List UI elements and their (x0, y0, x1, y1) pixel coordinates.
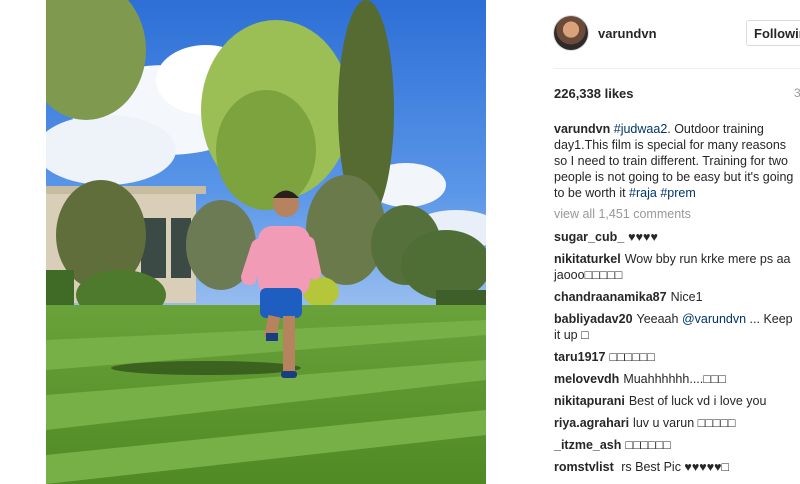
post-username[interactable]: varundvn (598, 26, 657, 41)
comment-text: □□□□□□ (625, 438, 671, 452)
post-details-panel: varundvn Following 226,338 likes 3 varun… (540, 0, 800, 484)
post-header: varundvn Following (554, 16, 800, 52)
comment-item: _itzme_ash □□□□□□ (554, 437, 800, 453)
post-time[interactable]: 3 (794, 86, 800, 100)
comment-text: luv u varun □□□□□ (633, 416, 736, 430)
comment-username[interactable]: nikitaturkel (554, 252, 621, 266)
hashtag-raja[interactable]: #raja (629, 186, 657, 200)
comment-username[interactable]: melovevdh (554, 372, 619, 386)
comment-item: romstvlist rs Best Pic ♥♥♥♥♥□ (554, 459, 800, 475)
comment-username[interactable]: _itzme_ash (554, 438, 621, 452)
comment-item: melovevdh Muahhhhhh....□□□ (554, 371, 800, 387)
comments-list: sugar_cub_ ♥♥♥♥ nikitaturkel Wow bby run k… (554, 229, 800, 481)
comment-username[interactable]: nikitapurani (554, 394, 625, 408)
comment-item: babliyadav20 Yeeaah @varundvn ... Keep it… (554, 311, 800, 343)
header-divider (554, 68, 800, 69)
comment-text: □□□□□□ (609, 350, 655, 364)
profile-avatar[interactable] (554, 16, 588, 50)
comment-text: Nice1 (670, 290, 703, 304)
post-photo-image (46, 0, 486, 484)
comment-username[interactable]: chandraanamika87 (554, 290, 667, 304)
comment-mention[interactable]: @varundvn (682, 312, 746, 326)
comment-text: ♥♥♥♥ (628, 230, 658, 244)
following-button[interactable]: Following (746, 20, 800, 46)
caption-username[interactable]: varundvn (554, 122, 610, 136)
comment-text: Yeeaah (636, 312, 682, 326)
comment-item: chandraanamika87 Nice1 (554, 289, 800, 305)
hashtag-prem[interactable]: #prem (660, 186, 695, 200)
comment-item: sugar_cub_ ♥♥♥♥ (554, 229, 800, 245)
post-photo[interactable] (46, 0, 486, 484)
comment-username[interactable]: taru1917 (554, 350, 605, 364)
comment-username[interactable]: riya.agrahari (554, 416, 629, 430)
hashtag-judwaa2[interactable]: #judwaa2 (614, 122, 668, 136)
comment-text: Muahhhhhh....□□□ (623, 372, 726, 386)
view-all-comments-link[interactable]: view all 1,451 comments (554, 207, 691, 221)
comment-item: nikitaturkel Wow bby run krke mere ps aa … (554, 251, 800, 283)
comment-item: nikitapurani Best of luck vd i love you (554, 393, 800, 409)
comment-item: taru1917 □□□□□□ (554, 349, 800, 365)
comment-username[interactable]: sugar_cub_ (554, 230, 624, 244)
post-caption: varundvn #judwaa2. Outdoor training day1… (554, 121, 798, 201)
comment-text: rs Best Pic ♥♥♥♥♥□ (617, 460, 730, 474)
comment-username[interactable]: babliyadav20 (554, 312, 633, 326)
comment-text: Best of luck vd i love you (628, 394, 767, 408)
likes-count[interactable]: 226,338 likes (554, 86, 634, 101)
comment-username[interactable]: romstvlist (554, 460, 614, 474)
comment-item: riya.agrahari luv u varun □□□□□ (554, 415, 800, 431)
